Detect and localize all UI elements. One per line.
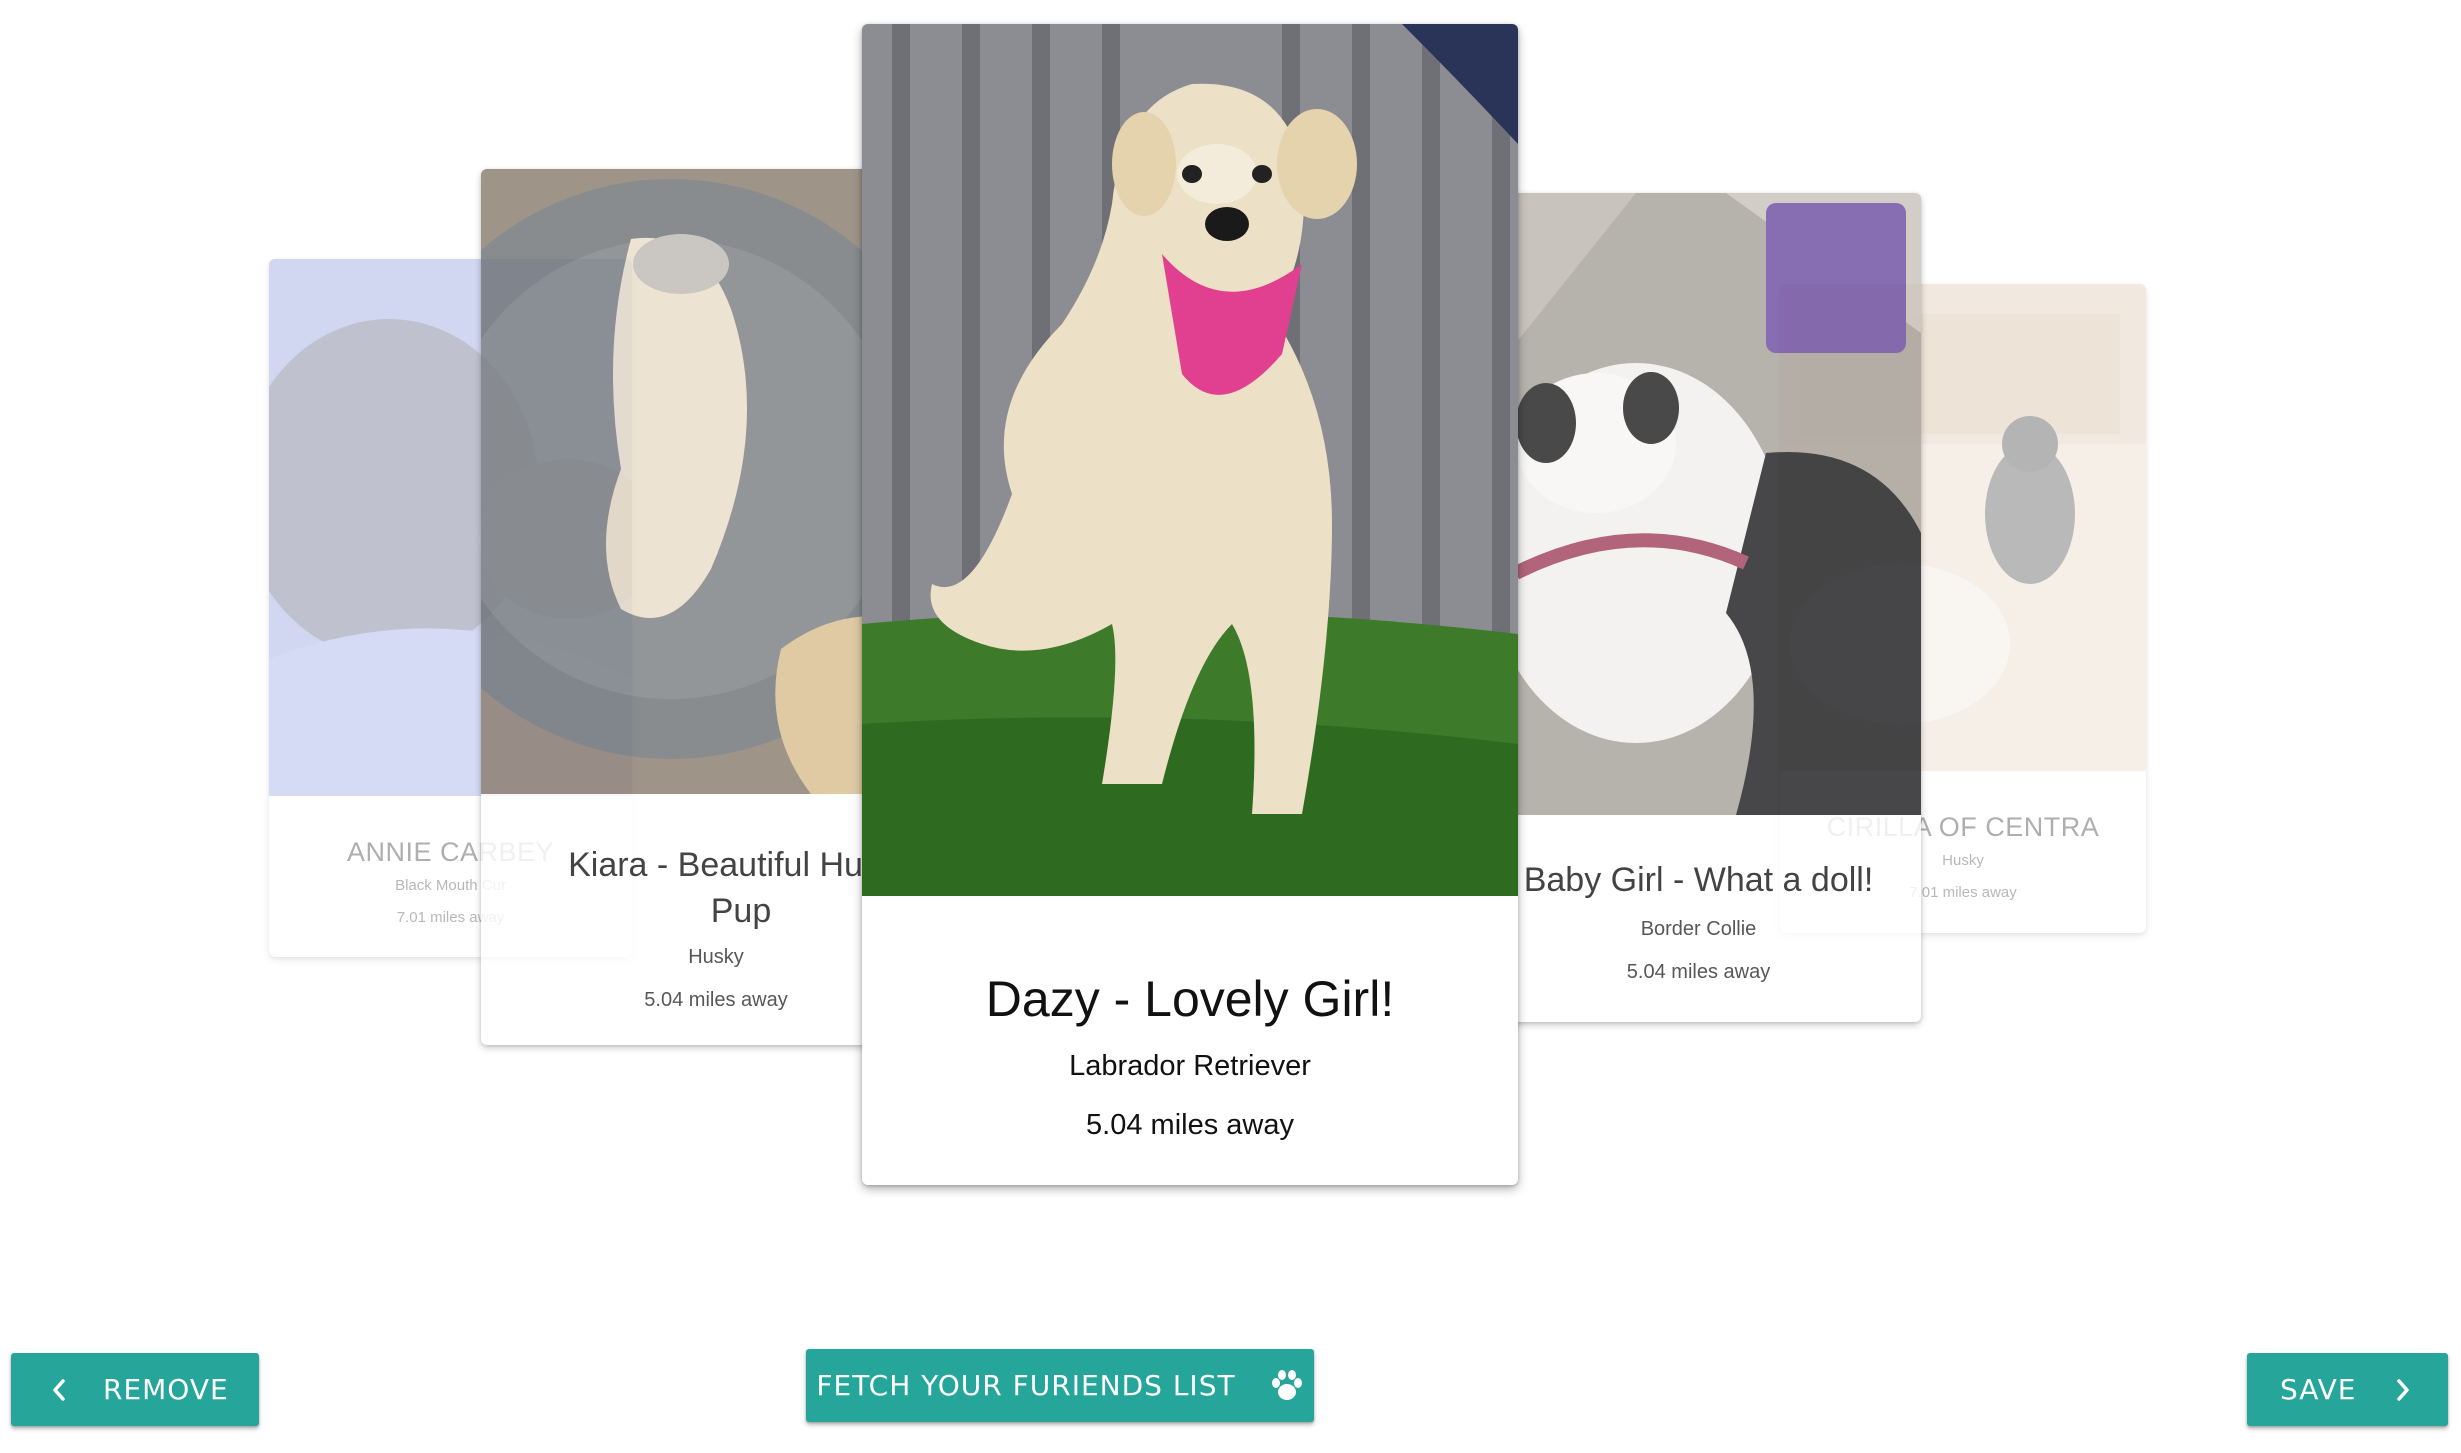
pet-breed: Border Collie bbox=[1640, 918, 1757, 940]
chevron-right-icon bbox=[2395, 1378, 2411, 1402]
save-button-label: SAVE bbox=[2280, 1373, 2357, 1406]
pet-carousel: ANNIE CARBEY Black Mouth Cur 7.01 miles … bbox=[0, 0, 2461, 1260]
fetch-button-label: FETCH YOUR FURIENDS LIST bbox=[816, 1369, 1236, 1402]
pet-card-baby-girl[interactable]: Baby Girl - What a doll! Border Collie 5… bbox=[1476, 193, 1921, 1022]
fetch-furiends-list-button[interactable]: FETCH YOUR FURIENDS LIST bbox=[806, 1349, 1314, 1422]
pet-name: Dazy - Lovely Girl! bbox=[985, 971, 1395, 1027]
paw-icon bbox=[1270, 1369, 1304, 1402]
pet-distance: 5.04 miles away bbox=[1626, 961, 1771, 983]
chevron-left-icon bbox=[51, 1378, 67, 1402]
pet-card-dazy[interactable]: Dazy - Lovely Girl! Labrador Retriever 5… bbox=[862, 24, 1518, 1185]
pet-info: Baby Girl - What a doll! Border Collie 5… bbox=[1476, 861, 1921, 984]
remove-button[interactable]: REMOVE bbox=[11, 1353, 259, 1426]
remove-button-label: REMOVE bbox=[103, 1373, 229, 1406]
save-button[interactable]: SAVE bbox=[2247, 1353, 2448, 1426]
pet-name: Baby Girl - What a doll! bbox=[1523, 861, 1874, 899]
pet-photo bbox=[862, 24, 1518, 896]
pet-distance: 5.04 miles away bbox=[1086, 1109, 1294, 1141]
pet-breed: Labrador Retriever bbox=[1069, 1050, 1311, 1082]
pet-photo bbox=[1476, 193, 1921, 815]
pet-info: Dazy - Lovely Girl! Labrador Retriever 5… bbox=[862, 970, 1518, 1142]
